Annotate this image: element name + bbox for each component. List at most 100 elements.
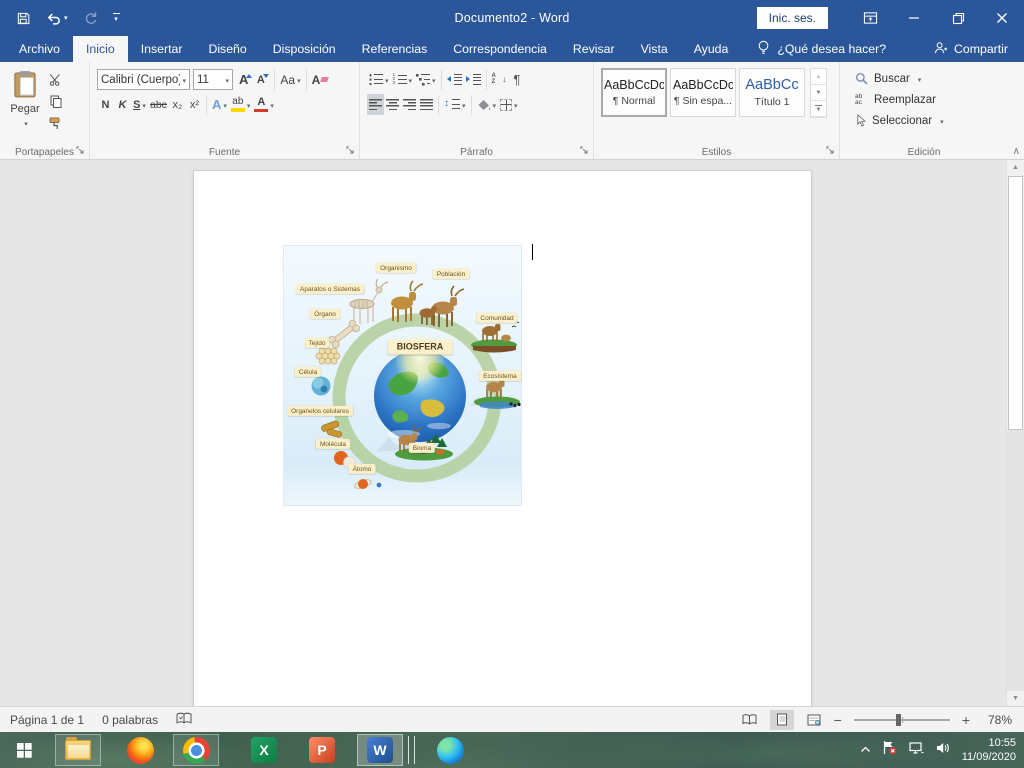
strikethrough-button[interactable]: abc <box>148 94 169 115</box>
scroll-up-icon[interactable]: ▲ <box>1007 160 1024 175</box>
highlight-button[interactable]: ab <box>229 94 253 115</box>
network-icon[interactable] <box>908 741 924 760</box>
tab-revisar[interactable]: Revisar <box>560 36 628 62</box>
print-layout-icon[interactable] <box>770 710 794 730</box>
share-button[interactable]: Compartir <box>934 36 1024 62</box>
zoom-level[interactable]: 78% <box>978 713 1012 727</box>
taskbar-file-explorer[interactable] <box>56 735 100 765</box>
show-marks-button[interactable]: ¶ <box>509 69 526 90</box>
tray-chevron-icon[interactable] <box>860 741 871 759</box>
start-button[interactable] <box>2 735 46 765</box>
change-case-button[interactable]: Aa <box>278 69 302 90</box>
styles-scroll-up-icon[interactable]: ▲ <box>811 69 826 85</box>
document-page[interactable]: Organismo Población Aparatos o Sistemas … <box>193 170 812 706</box>
biosphere-diagram-image[interactable]: Organismo Población Aparatos o Sistemas … <box>283 245 522 506</box>
italic-button[interactable]: K <box>114 94 131 115</box>
format-painter-icon[interactable] <box>47 114 64 132</box>
taskbar-firefox[interactable] <box>118 735 162 765</box>
find-button[interactable]: Buscar <box>843 68 1005 89</box>
subscript-button[interactable]: x₂ <box>169 94 186 115</box>
vertical-scrollbar[interactable]: ▲ ▼ <box>1006 160 1024 706</box>
select-button[interactable]: Seleccionar <box>843 110 1005 131</box>
security-flag-icon[interactable] <box>882 740 897 760</box>
increase-indent-button[interactable] <box>464 69 483 90</box>
font-name-select[interactable]: Calibri (Cuerpo) <box>97 69 190 90</box>
taskbar-excel[interactable] <box>242 735 286 765</box>
zoom-slider[interactable] <box>854 719 950 721</box>
dialog-launcher-icon[interactable] <box>76 146 86 156</box>
superscript-button[interactable]: x² <box>186 94 203 115</box>
scroll-down-icon[interactable]: ▼ <box>1007 691 1024 706</box>
grow-font-button[interactable]: A <box>237 69 254 90</box>
styles-gallery-more-icon[interactable]: ▼ <box>811 101 826 117</box>
style-titulo-1[interactable]: AaBbCc Título 1 <box>739 68 805 117</box>
scrollbar-track[interactable] <box>1007 430 1024 691</box>
redo-icon[interactable] <box>83 11 98 25</box>
tab-disposicion[interactable]: Disposición <box>260 36 349 62</box>
document-area[interactable]: Organismo Población Aparatos o Sistemas … <box>0 160 1006 706</box>
replace-button[interactable]: abac Reemplazar <box>843 89 1005 110</box>
dialog-launcher-icon[interactable] <box>580 146 590 156</box>
sign-in-button[interactable]: Inic. ses. <box>757 7 828 29</box>
align-left-button[interactable] <box>367 94 384 115</box>
bold-button[interactable]: N <box>97 94 114 115</box>
tell-me-box[interactable]: ¿Qué desea hacer? <box>757 36 886 62</box>
word-count[interactable]: 0 palabras <box>102 713 158 727</box>
close-button[interactable] <box>980 0 1024 36</box>
shading-button[interactable] <box>475 94 499 115</box>
text-effects-button[interactable]: A <box>210 94 229 115</box>
dialog-launcher-icon[interactable] <box>346 146 356 156</box>
tab-inicio[interactable]: Inicio <box>73 36 128 62</box>
borders-button[interactable] <box>498 94 520 115</box>
undo-icon[interactable]: ▾ <box>46 11 68 25</box>
line-spacing-button[interactable] <box>442 94 468 115</box>
volume-icon[interactable] <box>935 741 951 760</box>
ribbon-display-options-icon[interactable] <box>848 0 892 36</box>
taskbar-word[interactable] <box>358 735 402 765</box>
style-normal[interactable]: AaBbCcDc ¶ Normal <box>601 68 667 117</box>
zoom-in-button[interactable]: + <box>962 712 970 728</box>
scrollbar-thumb[interactable] <box>1008 176 1023 430</box>
tab-diseno[interactable]: Diseño <box>195 36 259 62</box>
taskbar-clock[interactable]: 10:55 11/09/2020 <box>962 736 1016 765</box>
read-mode-icon[interactable] <box>738 710 762 730</box>
qat-customize-icon[interactable]: ▾ <box>113 13 120 24</box>
copy-icon[interactable] <box>47 92 64 110</box>
save-icon[interactable] <box>16 11 31 26</box>
font-size-select[interactable]: 11 <box>193 69 233 90</box>
styles-scroll-down-icon[interactable]: ▼ <box>811 85 826 101</box>
numbering-button[interactable] <box>391 69 415 90</box>
taskbar-chrome[interactable] <box>174 735 218 765</box>
tab-referencias[interactable]: Referencias <box>349 36 441 62</box>
collapse-ribbon-icon[interactable]: ∧ <box>1013 146 1020 157</box>
minimize-button[interactable] <box>892 0 936 36</box>
align-right-button[interactable] <box>401 94 418 115</box>
tab-ayuda[interactable]: Ayuda <box>681 36 742 62</box>
underline-button[interactable]: S <box>131 94 148 115</box>
tab-insertar[interactable]: Insertar <box>128 36 196 62</box>
bullets-button[interactable] <box>367 69 391 90</box>
align-center-button[interactable] <box>384 94 401 115</box>
proofing-icon[interactable] <box>176 712 192 728</box>
web-layout-icon[interactable] <box>802 710 826 730</box>
zoom-out-button[interactable]: − <box>834 712 842 728</box>
justify-button[interactable] <box>418 94 435 115</box>
tab-archivo[interactable]: Archivo <box>6 36 73 62</box>
page-indicator[interactable]: Página 1 de 1 <box>10 713 84 727</box>
restore-button[interactable] <box>936 0 980 36</box>
multilevel-list-button[interactable] <box>414 69 438 90</box>
tab-correspondencia[interactable]: Correspondencia <box>440 36 560 62</box>
paste-button[interactable]: Pegar <box>3 68 47 132</box>
taskbar-edge[interactable] <box>428 735 472 765</box>
dialog-launcher-icon[interactable] <box>826 146 836 156</box>
sort-button[interactable] <box>490 69 509 90</box>
shrink-font-button[interactable]: A <box>254 69 271 90</box>
style-sin-espaciado[interactable]: AaBbCcDc ¶ Sin espa... <box>670 68 736 117</box>
decrease-indent-button[interactable] <box>445 69 464 90</box>
zoom-slider-thumb[interactable] <box>896 714 901 726</box>
tab-vista[interactable]: Vista <box>628 36 681 62</box>
font-color-button[interactable]: A <box>252 94 276 115</box>
clear-formatting-button[interactable]: A <box>310 69 331 90</box>
taskbar-powerpoint[interactable] <box>300 735 344 765</box>
cut-icon[interactable] <box>47 70 64 88</box>
